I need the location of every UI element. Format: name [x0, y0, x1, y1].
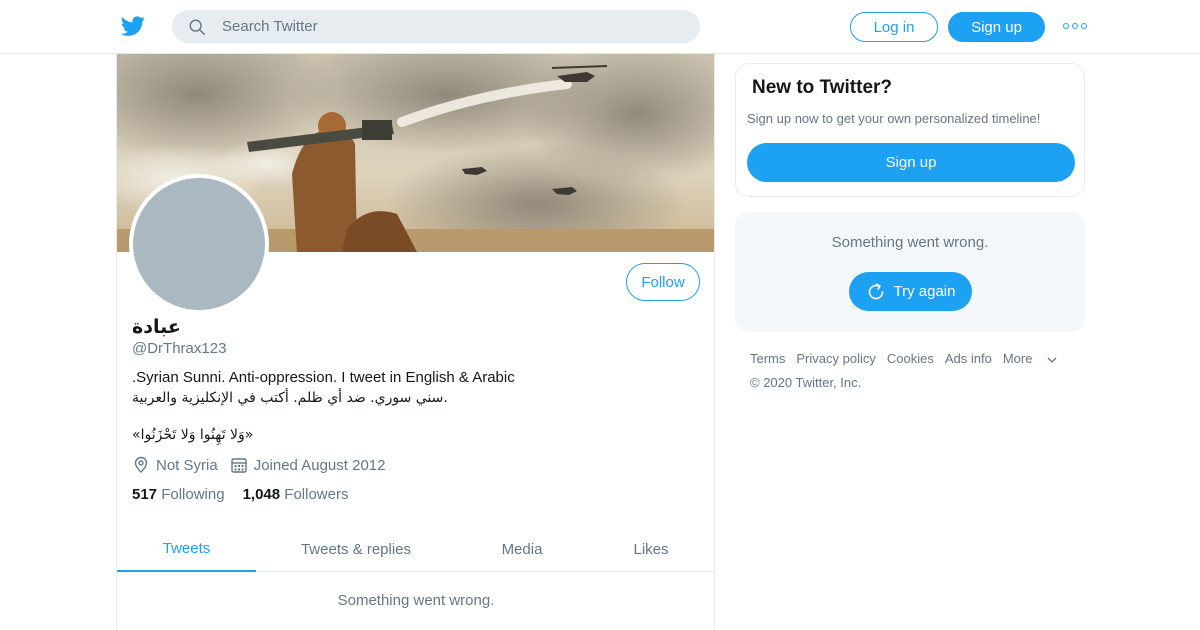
- tab-tweets-and-replies[interactable]: Tweets & replies: [282, 526, 430, 572]
- dot: [1072, 23, 1078, 29]
- login-button[interactable]: Log in: [850, 12, 938, 42]
- following-link[interactable]: 517 Following: [132, 486, 225, 503]
- tab-likes[interactable]: Likes: [612, 526, 690, 572]
- twitter-bird-icon[interactable]: [120, 14, 146, 38]
- bio-english: .Syrian Sunni. Anti-oppression. I tweet …: [132, 369, 515, 386]
- follow-button[interactable]: Follow: [626, 263, 700, 301]
- profile-tabs: Tweets Tweets & replies Media Likes: [117, 526, 714, 572]
- try-again-button[interactable]: Try again: [849, 272, 972, 311]
- new-to-twitter-text: Sign up now to get your own personalized…: [747, 111, 1041, 126]
- profile-handle[interactable]: @DrThrax123: [132, 340, 226, 357]
- location-text: Not Syria: [156, 456, 218, 474]
- try-again-label: Try again: [893, 283, 956, 300]
- followers-count: 1,048: [242, 486, 281, 503]
- search-input[interactable]: [222, 10, 682, 43]
- sidebar-error-message: Something went wrong.: [831, 234, 989, 251]
- calendar-icon: [230, 458, 247, 473]
- location-pin-icon: [134, 456, 148, 473]
- copyright: © 2020 Twitter, Inc.: [750, 375, 862, 390]
- following-label: Following: [161, 486, 225, 503]
- timeline-error-message: Something went wrong.: [337, 592, 495, 609]
- tab-media[interactable]: Media: [477, 526, 567, 572]
- footer-link-ads-info[interactable]: Ads info: [945, 351, 992, 366]
- search-box[interactable]: [172, 10, 700, 43]
- new-to-twitter-title: New to Twitter?: [752, 77, 893, 98]
- signup-button[interactable]: Sign up: [948, 12, 1045, 42]
- location: Not Syria: [132, 456, 218, 474]
- followers-link[interactable]: 1,048 Followers: [243, 486, 349, 503]
- new-to-twitter-card: New to Twitter? Sign up now to get your …: [735, 63, 1085, 197]
- bio-quote: «وَلا تَهِنُوا وَلا تَحْزَنُوا»: [132, 427, 254, 443]
- tab-tweets[interactable]: Tweets: [117, 526, 256, 572]
- footer-link-cookies[interactable]: Cookies: [887, 351, 934, 366]
- profile-name: عبادة: [132, 316, 181, 338]
- profile-column: Follow عبادة @DrThrax123 .Syrian Sunni. …: [116, 54, 715, 630]
- footer-link-more[interactable]: More: [1003, 351, 1057, 366]
- following-count: 517: [132, 486, 158, 503]
- more-dots-icon[interactable]: [1063, 20, 1087, 32]
- follow-stats: 517 Following 1,048 Followers: [132, 486, 366, 503]
- refresh-icon: [868, 282, 883, 299]
- joined-text: Joined August 2012: [253, 456, 386, 474]
- dot: [1063, 23, 1069, 29]
- footer-link-privacy[interactable]: Privacy policy: [796, 351, 875, 366]
- profile-meta: Not Syria Joined August 2012: [132, 454, 397, 476]
- bio-arabic: سني سوري. ضد أي ظلم. أكتب في الإنكليزية …: [132, 390, 448, 406]
- footer-more-label: More: [1002, 351, 1033, 366]
- sidebar-signup-button[interactable]: Sign up: [747, 143, 1075, 182]
- dot: [1081, 23, 1087, 29]
- joined-date: Joined August 2012: [230, 456, 386, 474]
- search-icon: [189, 19, 205, 35]
- footer-link-terms[interactable]: Terms: [750, 351, 785, 366]
- chevron-down-icon: [1047, 357, 1057, 363]
- followers-label: Followers: [284, 486, 349, 503]
- avatar[interactable]: [129, 174, 269, 314]
- footer-links: Terms Privacy policy Cookies Ads info Mo…: [750, 351, 1068, 366]
- top-navigation-bar: Log in Sign up: [0, 0, 1200, 54]
- sidebar-error-card: Something went wrong. Try again: [735, 212, 1085, 332]
